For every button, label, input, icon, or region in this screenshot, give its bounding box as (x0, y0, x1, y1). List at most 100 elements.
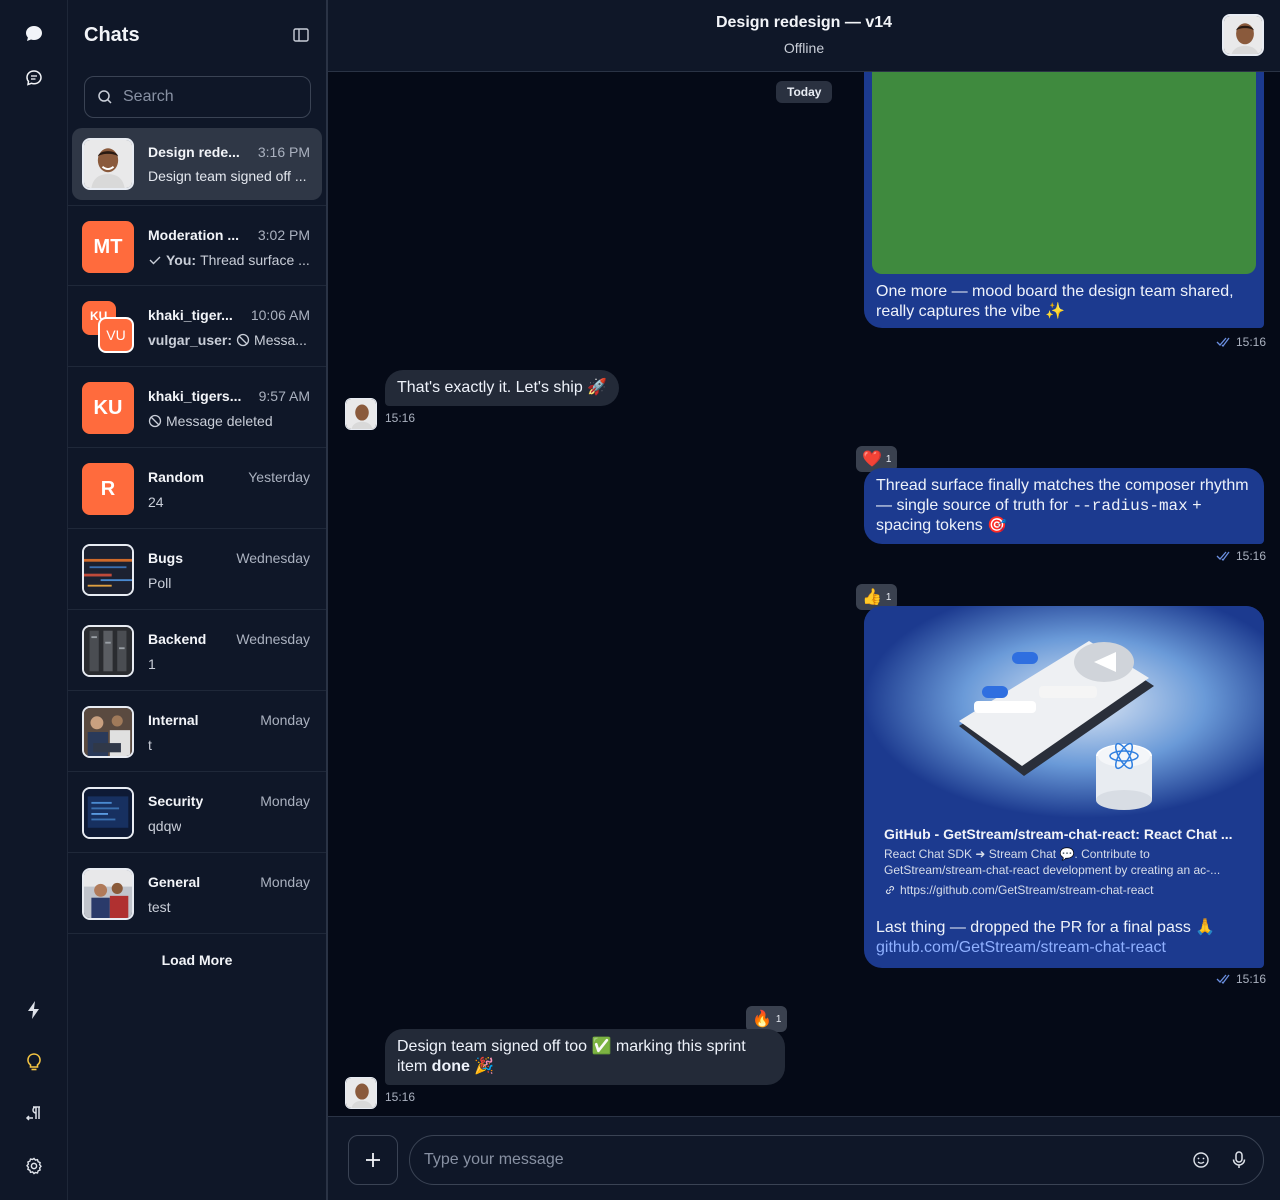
sidebar-toggle-icon[interactable] (292, 26, 310, 44)
avatar (82, 706, 134, 758)
avatar: MT (82, 221, 134, 273)
sender-avatar[interactable] (345, 1077, 377, 1109)
channel-name: Internal (148, 712, 199, 728)
avatar: R (82, 463, 134, 515)
message-composer (328, 1116, 1280, 1200)
channel-item-khaki-tigers[interactable]: KU khaki_tigers... 9:57 AM Message delet… (68, 367, 326, 448)
channel-preview: Poll (148, 575, 172, 591)
channel-preview: Message deleted (166, 413, 273, 429)
fire-emoji: 🔥 (752, 1011, 772, 1028)
message-link-preview[interactable]: GitHub - GetStream/stream-chat-react: Re… (864, 606, 1264, 968)
channel-preview: qdqw (148, 818, 182, 834)
channel-name: Backend (148, 631, 207, 647)
link-url-row[interactable]: https://github.com/GetStream/stream-chat… (884, 883, 1153, 897)
channel-list-panel: Chats Design rede... 3:16 PM Design team… (68, 0, 328, 1200)
read-receipt-icon (1216, 337, 1230, 347)
channel-time: Yesterday (248, 469, 310, 485)
channel-preview: 1 (148, 656, 156, 672)
message-signed-off[interactable]: Design team signed off too ✅ marking thi… (385, 1029, 785, 1085)
message-time: 15:16 (1236, 972, 1267, 986)
settings-gear-icon[interactable] (20, 1152, 48, 1180)
check-icon (149, 256, 161, 265)
channel-list: Design rede... 3:16 PM Design team signe… (68, 128, 326, 934)
code-snippet: --radius-max (1072, 497, 1188, 515)
message-mood-board[interactable]: One more — mood board the design team sh… (864, 72, 1264, 328)
chats-nav-icon[interactable] (20, 20, 48, 48)
channel-preview: Messa... (254, 332, 307, 348)
add-attachment-button[interactable] (348, 1135, 398, 1185)
avatar (82, 138, 134, 190)
channel-name: Bugs (148, 550, 183, 566)
message-lets-ship[interactable]: That's exactly it. Let's ship 🚀 (385, 370, 620, 406)
read-receipt-icon (1216, 974, 1230, 984)
mood-board-image[interactable] (872, 72, 1256, 274)
channel-item-khaki-tiger-group[interactable]: KU VU khaki_tiger... 10:06 AM vulgar_use… (68, 286, 326, 367)
plus-icon (366, 1153, 380, 1167)
channel-item-backend[interactable]: Backend Wednesday 1 (68, 610, 326, 691)
channel-name: Design rede... (148, 144, 240, 160)
message-meta: 15:16 (1216, 335, 1266, 349)
avatar-initials: MT (93, 235, 123, 258)
link-title[interactable]: GitHub - GetStream/stream-chat-react: Re… (884, 826, 1246, 842)
chat-window: Design redesign — v14 Offline One more —… (328, 0, 1280, 1200)
threads-nav-icon[interactable] (20, 64, 48, 92)
channel-time: Wednesday (236, 550, 310, 566)
channel-preview: Design team signed off ... (148, 168, 307, 184)
channel-item-random[interactable]: R Random Yesterday 24 (68, 448, 326, 529)
app-rail (0, 0, 68, 1200)
search-icon (98, 90, 112, 104)
message-time: 15:16 (1236, 549, 1267, 563)
channel-item-design-redesign[interactable]: Design rede... 3:16 PM Design team signe… (72, 128, 322, 200)
channel-time: 10:06 AM (250, 307, 310, 323)
composer-input-wrapper[interactable] (409, 1135, 1264, 1185)
chat-header: Design redesign — v14 Offline (328, 0, 1280, 72)
message-thread-surface[interactable]: Thread surface finally matches the compo… (864, 468, 1264, 544)
text-direction-icon[interactable] (20, 1100, 48, 1128)
channel-preview: Thread surface ... (200, 252, 310, 268)
search-box[interactable] (84, 76, 311, 118)
emoji-icon[interactable] (1191, 1150, 1211, 1170)
channel-title: Design redesign — v14 (715, 14, 893, 31)
sender-avatar[interactable] (345, 398, 377, 430)
sidebar-title: Chats (84, 23, 140, 46)
message-input[interactable] (424, 1151, 1173, 1169)
channel-time: 3:16 PM (257, 144, 310, 160)
search-input[interactable] (123, 88, 293, 106)
message-time: 15:16 (385, 1090, 416, 1104)
avatar-group-front: VU (98, 317, 134, 353)
avatar (82, 868, 134, 920)
channel-avatar[interactable] (1222, 14, 1264, 56)
lightbulb-icon[interactable] (20, 1048, 48, 1076)
channel-time: Monday (260, 874, 310, 890)
channel-preview: test (148, 899, 171, 915)
channel-time: Monday (260, 793, 310, 809)
thumbs-up-emoji: 👍 (862, 589, 882, 606)
microphone-icon[interactable] (1229, 1150, 1249, 1170)
link-preview-image[interactable] (864, 606, 1264, 818)
message-link[interactable]: github.com/GetStream/stream-chat-react (876, 939, 1166, 956)
load-more-button[interactable]: Load More (68, 952, 326, 968)
link-url[interactable]: https://github.com/GetStream/stream-chat… (900, 883, 1153, 897)
message-bold-text: done (431, 1058, 470, 1075)
channel-item-security[interactable]: Security Monday qdqw (68, 772, 326, 853)
message-time: 15:16 (385, 411, 416, 425)
avatar (82, 625, 134, 677)
channel-name: khaki_tigers... (148, 388, 242, 404)
deleted-icon (236, 333, 250, 347)
lightning-icon[interactable] (20, 996, 48, 1024)
message-text: That's exactly it. Let's ship 🚀 (397, 379, 608, 396)
message-meta: 15:16 (1216, 972, 1266, 986)
message-text: One more — mood board the design team sh… (876, 283, 1234, 320)
channel-item-general[interactable]: General Monday test (68, 853, 326, 934)
read-receipt-icon (1216, 551, 1230, 561)
message-time: 15:16 (1236, 335, 1267, 349)
date-separator: Today (776, 81, 833, 103)
avatar (82, 544, 134, 596)
message-text-end: 🎉 (469, 1058, 495, 1075)
channel-item-moderation[interactable]: MT Moderation ... 3:02 PM You: Thread su… (68, 205, 326, 286)
channel-item-bugs[interactable]: Bugs Wednesday Poll (68, 529, 326, 610)
channel-status: Offline (783, 40, 825, 56)
avatar (82, 787, 134, 839)
channel-item-internal[interactable]: Internal Monday t (68, 691, 326, 772)
reaction-count: 1 (885, 453, 892, 465)
